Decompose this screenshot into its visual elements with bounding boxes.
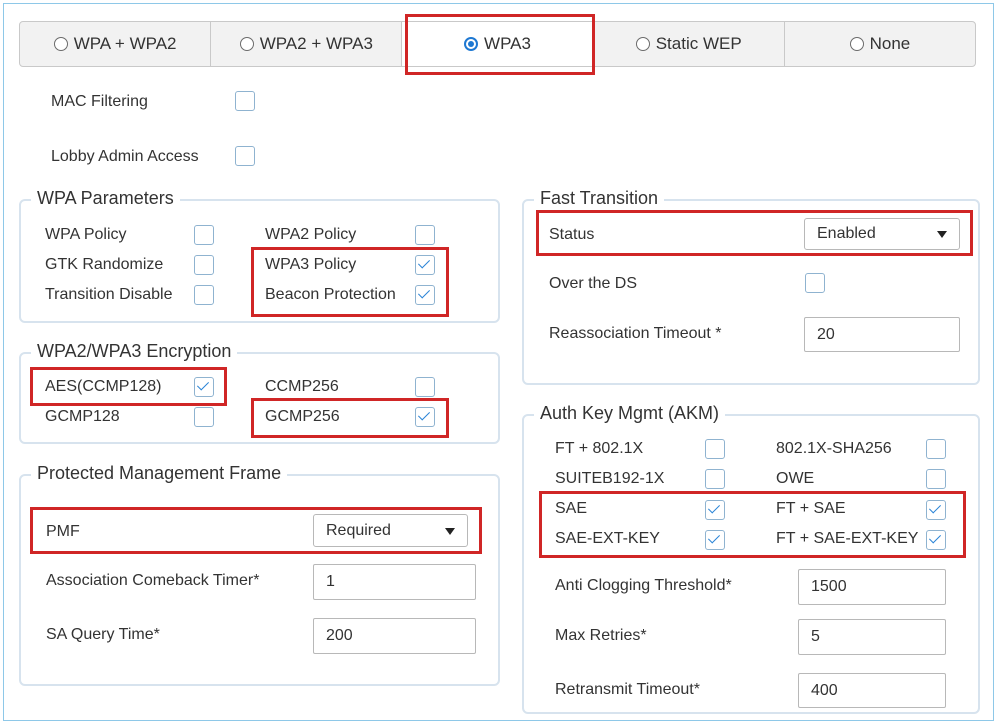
anti-clogging-input[interactable]	[798, 569, 946, 605]
suiteb192-checkbox[interactable]	[705, 469, 725, 489]
ft-8021x-checkbox[interactable]	[705, 439, 725, 459]
comeback-timer-input[interactable]	[313, 564, 476, 600]
max-retries-input[interactable]	[798, 619, 946, 655]
aes-checkbox[interactable]	[194, 377, 214, 397]
beacon-protection-label: Beacon Protection	[265, 286, 396, 303]
radio-static-wep[interactable]	[635, 37, 650, 51]
tab-label: WPA + WPA2	[73, 34, 177, 53]
tab-label: WPA2 + WPA3	[259, 34, 373, 53]
sha256-checkbox[interactable]	[926, 439, 946, 459]
retransmit-timeout-input[interactable]	[798, 673, 946, 708]
encryption-group	[19, 352, 500, 444]
tab-label: None	[869, 34, 911, 53]
wpa2-policy-checkbox[interactable]	[415, 225, 435, 245]
gtk-randomize-label: GTK Randomize	[45, 256, 164, 273]
anti-clogging-label: Anti Clogging Threshold*	[555, 577, 732, 594]
ft-sae-label: FT + SAE	[776, 500, 846, 517]
aes-label: AES(CCMP128)	[45, 378, 162, 395]
sa-query-input[interactable]	[313, 618, 476, 654]
radio-wpa2-wpa3[interactable]	[239, 37, 254, 51]
gcmp128-label: GCMP128	[45, 408, 120, 425]
sa-query-label: SA Query Time*	[46, 626, 160, 643]
wpa2-policy-label: WPA2 Policy	[265, 226, 357, 243]
fast-transition-title: Fast Transition	[534, 187, 665, 209]
lobby-admin-label: Lobby Admin Access	[51, 148, 199, 165]
ft-sae-ext-key-label: FT + SAE-EXT-KEY	[776, 530, 919, 547]
sae-ext-key-checkbox[interactable]	[705, 530, 725, 550]
sae-ext-key-label: SAE-EXT-KEY	[555, 530, 660, 547]
owe-checkbox[interactable]	[926, 469, 946, 489]
gcmp128-checkbox[interactable]	[194, 407, 214, 427]
beacon-protection-checkbox[interactable]	[415, 285, 435, 305]
lobby-admin-checkbox[interactable]	[235, 146, 255, 166]
wpa3-policy-checkbox[interactable]	[415, 255, 435, 275]
reassoc-timeout-input[interactable]	[804, 317, 960, 352]
suiteb192-label: SUITEB192-1X	[555, 470, 665, 487]
akm-title: Auth Key Mgmt (AKM)	[534, 402, 726, 424]
ft-sae-checkbox[interactable]	[926, 500, 946, 520]
gcmp256-checkbox[interactable]	[415, 407, 435, 427]
tab-wpa3[interactable]: WPA3	[402, 22, 594, 66]
ft-status-label: Status	[549, 226, 595, 243]
sae-checkbox[interactable]	[705, 500, 725, 520]
tab-label: WPA3	[484, 34, 531, 53]
over-ds-checkbox[interactable]	[805, 273, 825, 293]
gtk-randomize-checkbox[interactable]	[194, 255, 214, 275]
tab-wpa2-wpa3[interactable]: WPA2 + WPA3	[211, 22, 403, 66]
gcmp256-label: GCMP256	[265, 408, 340, 425]
wpa-parameters-title: WPA Parameters	[31, 187, 180, 209]
radio-wpa-wpa2[interactable]	[53, 37, 68, 51]
security-mode-tabs: WPA + WPA2 WPA2 + WPA3 WPA3 Static WEP N…	[19, 21, 976, 67]
radio-none[interactable]	[849, 37, 864, 51]
pmf-label: PMF	[46, 523, 80, 540]
chevron-down-icon	[445, 527, 455, 535]
encryption-title: WPA2/WPA3 Encryption	[31, 340, 238, 362]
transition-disable-checkbox[interactable]	[194, 285, 214, 305]
mac-filtering-checkbox[interactable]	[235, 91, 255, 111]
mac-filtering-label: MAC Filtering	[51, 93, 148, 110]
sha256-label: 802.1X-SHA256	[776, 440, 892, 457]
akm-group	[522, 414, 980, 714]
pmf-select-value: Required	[326, 521, 391, 539]
tab-none[interactable]: None	[785, 22, 975, 66]
owe-label: OWE	[776, 470, 815, 487]
max-retries-label: Max Retries*	[555, 627, 647, 644]
comeback-timer-label: Association Comeback Timer*	[46, 572, 260, 589]
chevron-down-icon	[937, 231, 947, 238]
ft-status-select[interactable]: Enabled	[804, 218, 960, 250]
reassoc-timeout-label: Reassociation Timeout *	[549, 325, 722, 342]
tab-static-wep[interactable]: Static WEP	[594, 22, 785, 66]
ft-status-value: Enabled	[817, 225, 876, 242]
ccmp256-label: CCMP256	[265, 378, 339, 395]
wpa3-policy-label: WPA3 Policy	[265, 256, 357, 273]
tab-wpa-wpa2[interactable]: WPA + WPA2	[20, 22, 212, 66]
over-ds-label: Over the DS	[549, 275, 638, 292]
pmf-select[interactable]: Required	[313, 514, 468, 547]
ccmp256-checkbox[interactable]	[415, 377, 435, 397]
ft-sae-ext-key-checkbox[interactable]	[926, 530, 946, 550]
wpa-policy-checkbox[interactable]	[194, 225, 214, 245]
retransmit-timeout-label: Retransmit Timeout*	[555, 681, 700, 698]
wpa-policy-label: WPA Policy	[45, 226, 127, 243]
sae-label: SAE	[555, 500, 588, 517]
radio-wpa3[interactable]	[464, 37, 479, 51]
transition-disable-label: Transition Disable	[45, 286, 173, 303]
ft-8021x-label: FT + 802.1X	[555, 440, 644, 457]
pmf-title: Protected Management Frame	[31, 462, 288, 484]
tab-label: Static WEP	[655, 34, 742, 53]
